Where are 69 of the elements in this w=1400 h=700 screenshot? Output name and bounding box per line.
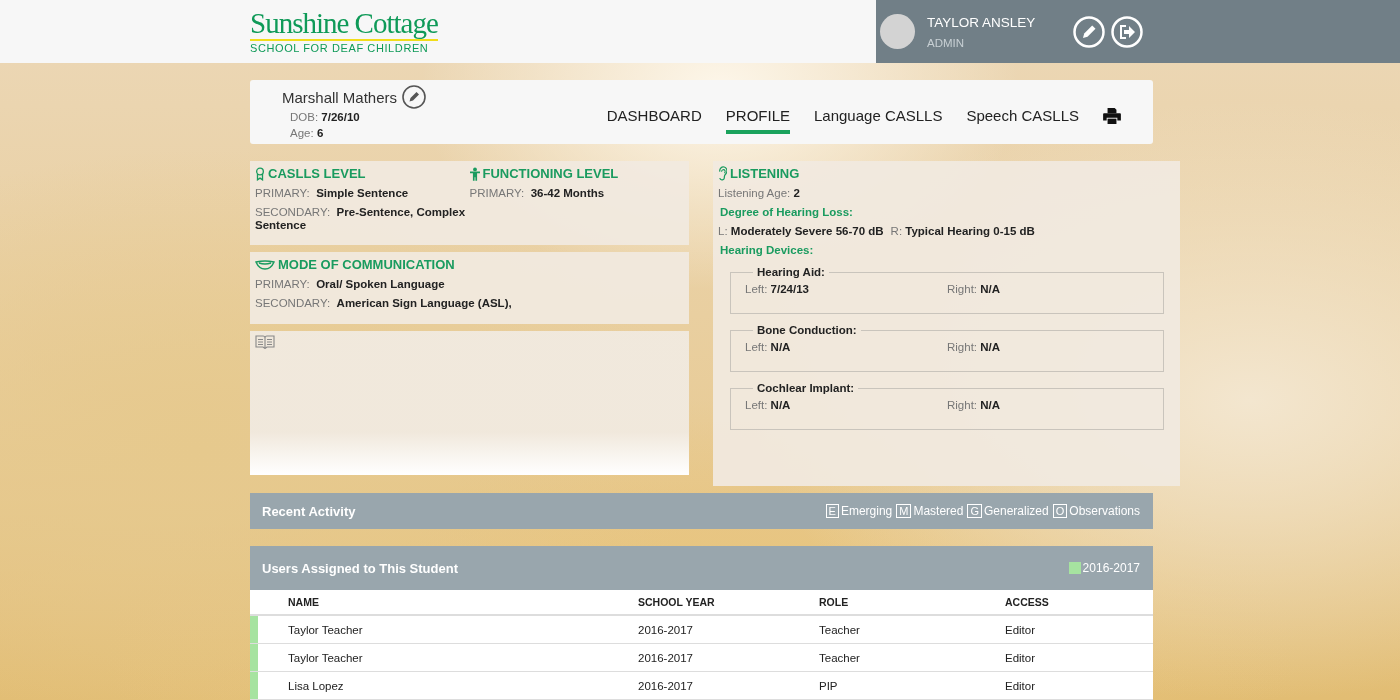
legend-label: Observations <box>1069 504 1140 518</box>
column-header: NAME <box>288 596 320 608</box>
legend-label: Mastered <box>913 504 964 518</box>
table-cell-text: Taylor Teacher <box>288 651 364 664</box>
user-role: ADMIN <box>927 36 966 49</box>
field-text: SECONDARY: Pre-Sentence, Complex Sentence <box>255 206 467 232</box>
user-name: TAYLOR ANSLEY <box>927 14 1037 30</box>
section-heading: Hearing Devices: <box>720 244 815 256</box>
field-text: Left: N/A <box>745 341 792 353</box>
field-text: PRIMARY: Oral/ Spoken Language <box>255 278 446 291</box>
table-cell-text: Editor <box>1005 679 1037 692</box>
student-detail: DOB: 7/26/10 <box>290 110 361 125</box>
bar-title: Users Assigned to This Student <box>262 560 458 576</box>
student-name: Marshall Mathers <box>282 88 398 106</box>
field-text: Left: 7/24/13 <box>745 283 810 295</box>
device-title: Bone Conduction: <box>756 324 858 336</box>
legend-label: Emerging <box>840 504 893 518</box>
table-cell-text: Teacher <box>819 623 861 636</box>
table-cell-text: Lisa Lopez <box>288 679 345 692</box>
legend-label: Generalized <box>984 504 1049 518</box>
table-cell-text: Taylor Teacher <box>288 623 364 636</box>
column-header: SCHOOL YEAR <box>638 596 716 608</box>
letter-badge: O <box>1052 504 1068 518</box>
field-text: PRIMARY: 36-42 Months <box>469 187 606 200</box>
field-text: Right: N/A <box>947 283 1002 295</box>
field-text: Listening Age: 2 <box>718 187 801 200</box>
letter-badge: E <box>825 504 839 518</box>
field-text: Right: N/A <box>947 341 1002 353</box>
column-header: ACCESS <box>1005 596 1050 608</box>
letter-badge: G <box>967 504 982 518</box>
ear-icon <box>718 166 727 181</box>
edit-icon[interactable] <box>402 85 427 109</box>
legend-label: 2016-2017 <box>1082 561 1140 575</box>
table-cell-text: Editor <box>1005 651 1037 664</box>
print-icon[interactable] <box>1103 108 1121 124</box>
device-title: Cochlear Implant: <box>756 382 856 394</box>
column-header: ROLE <box>819 596 850 608</box>
nav-tab[interactable]: Speech CASLLS <box>966 98 1079 134</box>
panel-title: FUNCTIONING LEVEL <box>482 166 619 181</box>
nav-tab[interactable]: Language CASLLS <box>814 98 943 134</box>
panel-title: MODE OF COMMUNICATION <box>278 257 455 272</box>
table-cell-text: PIP <box>819 679 839 692</box>
section-heading: Degree of Hearing Loss: <box>720 206 854 218</box>
table-cell-text: Editor <box>1005 623 1037 636</box>
field-text: SECONDARY: American Sign Language (ASL), <box>255 297 513 310</box>
table-cell-text: Teacher <box>819 651 861 664</box>
panel-title: LISTENING <box>730 166 800 181</box>
device-title: Hearing Aid: <box>756 266 826 278</box>
field-text: Right: N/A <box>947 399 1002 411</box>
panel-title: CASLLS LEVEL <box>268 166 366 181</box>
letter-badge: M <box>896 504 912 518</box>
nav-tab[interactable]: DASHBOARD <box>606 98 702 134</box>
bar-title: Recent Activity <box>262 503 356 519</box>
table-cell-text: 2016-2017 <box>638 679 694 692</box>
school-logo[interactable]: Sunshine Cottage SCHOOL FOR DEAF CHILDREN <box>250 9 438 54</box>
table-cell-text: 2016-2017 <box>638 623 694 636</box>
field-text: Left: N/A <box>745 399 792 411</box>
field-text: R: Typical Hearing 0-15 dB <box>890 225 1035 238</box>
student-detail: Age: 6 <box>290 126 325 141</box>
mouth-icon <box>255 259 275 270</box>
avatar-placeholder <box>880 14 915 49</box>
badge-icon <box>255 166 265 181</box>
table-cell-text: 2016-2017 <box>638 651 694 664</box>
logout-icon[interactable] <box>1111 15 1143 48</box>
child-icon <box>469 166 480 181</box>
book-icon <box>255 335 275 349</box>
field-text: PRIMARY: Simple Sentence <box>255 187 410 200</box>
field-text: L: Moderately Severe 56-70 dB <box>718 225 884 238</box>
nav-tab[interactable]: PROFILE <box>725 98 790 134</box>
